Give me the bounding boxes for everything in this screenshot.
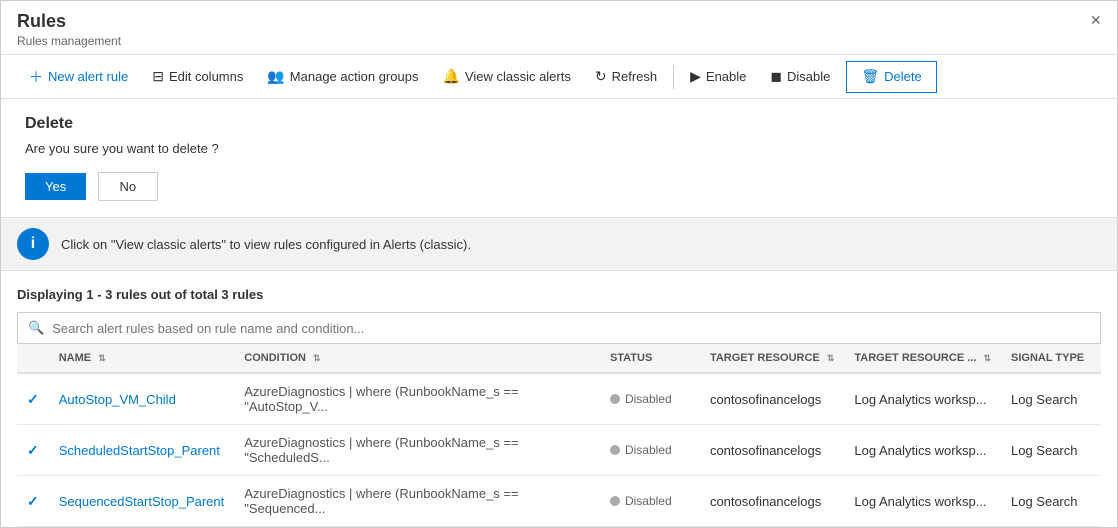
trash-icon: 🗑 xyxy=(861,68,879,85)
status-dot-0 xyxy=(610,394,620,404)
refresh-label: Refresh xyxy=(612,69,658,84)
row-target-1: contosofinancelogs xyxy=(700,425,844,476)
window-title: Rules xyxy=(17,11,121,32)
info-icon: i xyxy=(17,228,49,260)
name-link-0[interactable]: AutoStop_VM_Child xyxy=(59,392,176,407)
plus-icon: ＋ xyxy=(29,67,43,87)
row-condition-0: AzureDiagnostics | where (RunbookName_s … xyxy=(234,373,600,425)
name-link-1[interactable]: ScheduledStartStop_Parent xyxy=(59,443,220,458)
row-check-0[interactable]: ✓ xyxy=(17,373,49,425)
row-target-0: contosofinancelogs xyxy=(700,373,844,425)
manage-action-groups-button[interactable]: 👥 Manage action groups xyxy=(255,55,430,99)
table-body: ✓ AutoStop_VM_Child AzureDiagnostics | w… xyxy=(17,373,1101,527)
search-icon: 🔍 xyxy=(28,320,44,336)
enable-button[interactable]: ▶ Enable xyxy=(678,55,758,99)
delete-title: Delete xyxy=(25,115,1093,133)
name-link-2[interactable]: SequencedStartStop_Parent xyxy=(59,494,225,509)
col-header-check xyxy=(17,344,49,373)
table-row: ✓ SequencedStartStop_Parent AzureDiagnos… xyxy=(17,476,1101,527)
disable-button[interactable]: ◼ Disable xyxy=(758,55,842,99)
row-name-1: ScheduledStartStop_Parent xyxy=(49,425,235,476)
close-button[interactable]: × xyxy=(1090,11,1101,29)
view-classic-alerts-label: View classic alerts xyxy=(465,69,571,84)
row-status-0: Disabled xyxy=(600,373,700,425)
row-target-type-2: Log Analytics worksp... xyxy=(844,476,1001,527)
delete-button[interactable]: 🗑 Delete xyxy=(846,61,936,93)
row-condition-2: AzureDiagnostics | where (RunbookName_s … xyxy=(234,476,600,527)
col-header-signal-type: SIGNAL TYPE xyxy=(1001,344,1101,373)
manage-action-groups-label: Manage action groups xyxy=(290,69,419,84)
row-signal-0: Log Search xyxy=(1001,373,1101,425)
status-badge-0: Disabled xyxy=(610,392,672,406)
toolbar: ＋ New alert rule ⊟ Edit columns 👥 Manage… xyxy=(1,55,1117,99)
title-bar: Rules Rules management × xyxy=(1,1,1117,55)
columns-icon: ⊟ xyxy=(152,68,164,85)
alerts-table: NAME ⇅ CONDITION ⇅ STATUS TARGET RESOURC… xyxy=(17,344,1101,527)
view-classic-alerts-button[interactable]: 🔔 View classic alerts xyxy=(430,55,582,99)
refresh-button[interactable]: ↻ Refresh xyxy=(583,55,669,99)
display-count: Displaying 1 - 3 rules out of total 3 ru… xyxy=(17,287,1101,302)
edit-columns-button[interactable]: ⊟ Edit columns xyxy=(140,55,255,99)
content-area: Displaying 1 - 3 rules out of total 3 ru… xyxy=(1,271,1117,527)
row-condition-1: AzureDiagnostics | where (RunbookName_s … xyxy=(234,425,600,476)
row-status-2: Disabled xyxy=(600,476,700,527)
status-dot-1 xyxy=(610,445,620,455)
info-bar: i Click on "View classic alerts" to view… xyxy=(1,218,1117,271)
row-check-1[interactable]: ✓ xyxy=(17,425,49,476)
title-area: Rules Rules management xyxy=(17,11,121,48)
toolbar-divider xyxy=(673,65,674,89)
row-name-0: AutoStop_VM_Child xyxy=(49,373,235,425)
bell-icon: 🔔 xyxy=(442,68,459,85)
status-badge-1: Disabled xyxy=(610,443,672,457)
edit-columns-label: Edit columns xyxy=(169,69,243,84)
yes-button[interactable]: Yes xyxy=(25,173,86,200)
sort-icon-condition[interactable]: ⇅ xyxy=(313,353,321,363)
row-check-2[interactable]: ✓ xyxy=(17,476,49,527)
new-alert-rule-button[interactable]: ＋ New alert rule xyxy=(17,55,140,99)
row-status-1: Disabled xyxy=(600,425,700,476)
info-text: Click on "View classic alerts" to view r… xyxy=(61,237,471,252)
delete-question: Are you sure you want to delete ? xyxy=(25,141,1093,156)
table-row: ✓ ScheduledStartStop_Parent AzureDiagnos… xyxy=(17,425,1101,476)
col-header-name: NAME ⇅ xyxy=(49,344,235,373)
no-button[interactable]: No xyxy=(98,172,158,201)
col-header-status: STATUS xyxy=(600,344,700,373)
header-row: NAME ⇅ CONDITION ⇅ STATUS TARGET RESOURC… xyxy=(17,344,1101,373)
delete-panel: Delete Are you sure you want to delete ?… xyxy=(1,99,1117,218)
stop-icon: ◼ xyxy=(770,68,782,85)
col-header-target-resource-type: TARGET RESOURCE ... ⇅ xyxy=(844,344,1001,373)
refresh-icon: ↻ xyxy=(595,68,607,85)
search-bar: 🔍 xyxy=(17,312,1101,344)
row-target-type-0: Log Analytics worksp... xyxy=(844,373,1001,425)
rules-window: Rules Rules management × ＋ New alert rul… xyxy=(0,0,1118,528)
row-signal-1: Log Search xyxy=(1001,425,1101,476)
new-alert-label: New alert rule xyxy=(48,69,128,84)
people-icon: 👥 xyxy=(267,68,284,85)
sort-icon-target[interactable]: ⇅ xyxy=(827,353,835,363)
sort-icon-name[interactable]: ⇅ xyxy=(98,353,106,363)
row-target-2: contosofinancelogs xyxy=(700,476,844,527)
col-header-target-resource: TARGET RESOURCE ⇅ xyxy=(700,344,844,373)
row-signal-2: Log Search xyxy=(1001,476,1101,527)
sort-icon-target-type[interactable]: ⇅ xyxy=(983,353,991,363)
window-subtitle: Rules management xyxy=(17,34,121,48)
play-icon: ▶ xyxy=(690,68,701,85)
table-row: ✓ AutoStop_VM_Child AzureDiagnostics | w… xyxy=(17,373,1101,425)
search-input[interactable] xyxy=(52,321,1090,336)
row-target-type-1: Log Analytics worksp... xyxy=(844,425,1001,476)
enable-label: Enable xyxy=(706,69,746,84)
delete-label: Delete xyxy=(884,69,922,84)
col-header-condition: CONDITION ⇅ xyxy=(234,344,600,373)
disable-label: Disable xyxy=(787,69,830,84)
table-header: NAME ⇅ CONDITION ⇅ STATUS TARGET RESOURC… xyxy=(17,344,1101,373)
row-name-2: SequencedStartStop_Parent xyxy=(49,476,235,527)
